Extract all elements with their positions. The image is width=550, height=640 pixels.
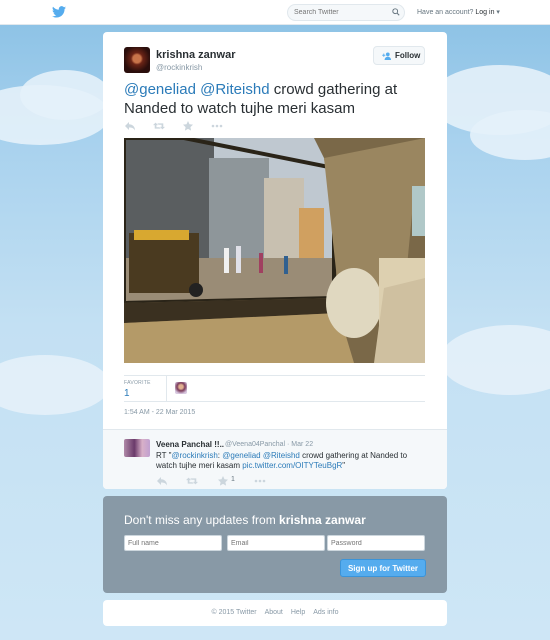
reply-icon[interactable] <box>124 121 136 131</box>
stats-divider <box>166 376 167 401</box>
tweet-text: @geneliad @Riteishd crowd gathering at N… <box>124 80 424 118</box>
search-input[interactable] <box>287 4 405 21</box>
tweet-author-name[interactable]: krishna zanwar <box>156 49 235 61</box>
twitter-bird-icon[interactable] <box>52 6 66 18</box>
tweet-timestamp[interactable]: 1:54 AM - 22 Mar 2015 <box>124 409 195 416</box>
avatar[interactable] <box>124 47 150 73</box>
separator-dot: · <box>287 441 290 448</box>
top-navigation-bar: Have an account? Log in ▾ <box>0 0 550 25</box>
search-icon[interactable] <box>392 8 400 16</box>
follow-label: Follow <box>395 51 421 60</box>
reply-suffix: " <box>342 461 346 470</box>
photo-link[interactable]: pic.twitter.com/OITYTeuBgR <box>242 461 342 470</box>
reply-time[interactable]: Mar 22 <box>291 441 313 448</box>
reply-author-screenname[interactable]: @Veena04Panchal <box>225 441 285 448</box>
login-link[interactable]: Have an account? Log in ▾ <box>417 8 500 16</box>
favorite-icon[interactable] <box>217 476 229 486</box>
favorites-count[interactable]: 1 <box>124 388 130 399</box>
signup-panel: Don't miss any updates from krishna zanw… <box>103 496 447 593</box>
chevron-down-icon[interactable]: ▾ <box>496 9 500 16</box>
tweet-photo[interactable] <box>124 138 425 363</box>
footer: © 2015 Twitter About Help Ads info <box>103 600 447 626</box>
mention-link[interactable]: @Riteishd <box>263 451 300 460</box>
signup-title: Don't miss any updates from krishna zanw… <box>124 513 366 527</box>
mention-link[interactable]: @geneliad <box>124 81 196 98</box>
retweet-icon[interactable] <box>153 121 165 131</box>
more-icon[interactable] <box>211 121 223 131</box>
reply-prefix: RT " <box>156 451 172 460</box>
favorites-label: FAVORITE <box>124 380 151 386</box>
reply-actions: 1 <box>156 476 276 486</box>
email-field[interactable] <box>227 535 325 551</box>
copyright-text: © 2015 Twitter <box>211 609 257 616</box>
reply-avatar[interactable] <box>124 439 150 457</box>
mention-link[interactable]: @rockinkrish <box>171 451 217 460</box>
signup-title-name: krishna zanwar <box>279 513 366 527</box>
tweet-card: krishna zanwar @rockinkrish Follow @gene… <box>103 32 447 489</box>
password-field[interactable] <box>327 535 425 551</box>
follow-button[interactable]: Follow <box>373 46 425 65</box>
mention-link[interactable]: @geneliad <box>222 451 260 460</box>
favoriter-avatar[interactable] <box>175 382 187 394</box>
reply-author-name[interactable]: Veena Panchal !!.. <box>156 440 224 449</box>
add-user-icon <box>382 52 391 60</box>
footer-link-help[interactable]: Help <box>291 609 305 616</box>
retweet-icon[interactable] <box>186 476 198 486</box>
fullname-field[interactable] <box>124 535 222 551</box>
footer-link-ads[interactable]: Ads info <box>313 609 338 616</box>
more-icon[interactable] <box>254 476 266 486</box>
reply-tweet: Veena Panchal !!.. @Veena04Panchal · Mar… <box>103 429 447 489</box>
login-prefix: Have an account? <box>417 9 474 16</box>
reply-favorite-count: 1 <box>231 476 235 483</box>
tweet-author-screenname[interactable]: @rockinkrish <box>156 63 202 72</box>
signup-title-prefix: Don't miss any updates from <box>124 513 280 527</box>
signup-button[interactable]: Sign up for Twitter <box>340 559 426 577</box>
login-label[interactable]: Log in <box>475 9 494 16</box>
footer-link-about[interactable]: About <box>265 609 283 616</box>
favorite-icon[interactable] <box>182 121 194 131</box>
tweet-stats: FAVORITE 1 <box>124 375 425 402</box>
reply-icon[interactable] <box>156 476 168 486</box>
reply-text: RT "@rockinkrish: @geneliad @Riteishd cr… <box>156 451 426 471</box>
reply-meta: @Veena04Panchal · Mar 22 <box>225 441 313 448</box>
mention-link[interactable]: @Riteishd <box>200 81 269 98</box>
